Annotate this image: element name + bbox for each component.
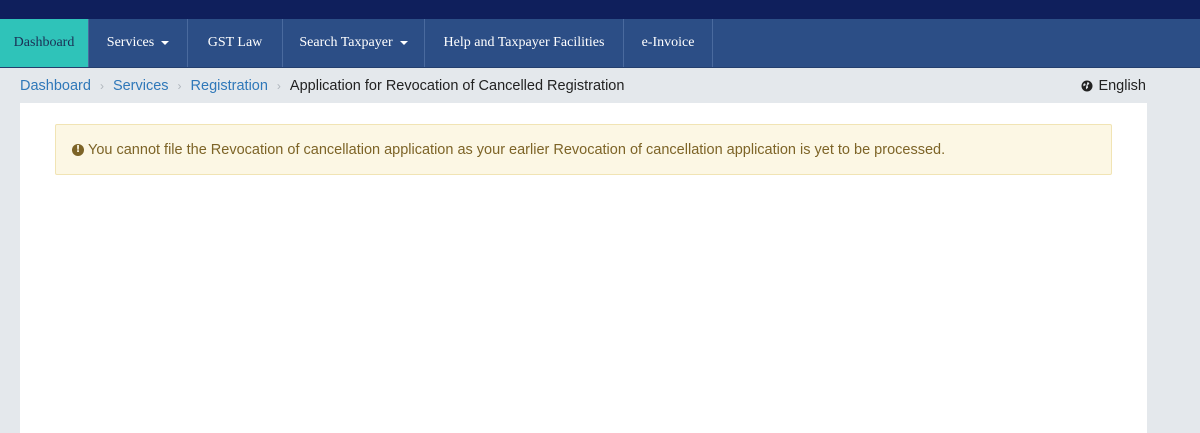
nav-item-label: GST Law: [207, 35, 263, 50]
nav-item-gst-law[interactable]: GST Law: [188, 19, 283, 67]
exclamation-circle-icon: !: [72, 143, 84, 156]
nav-item-label: Search Taxpayer: [299, 35, 393, 50]
top-strip: [0, 0, 1200, 19]
nav-item-label: Services: [106, 35, 155, 50]
nav-item-label: Help and Taxpayer Facilities: [443, 35, 605, 50]
content-panel: ! You cannot file the Revocation of canc…: [20, 103, 1147, 433]
nav-item-search-taxpayer[interactable]: Search Taxpayer: [283, 19, 425, 67]
chevron-right-icon: ›: [177, 78, 182, 93]
breadcrumb-current: Application for Revocation of Cancelled …: [289, 77, 625, 94]
nav-item-label: Dashboard: [13, 35, 75, 50]
language-selector[interactable]: English: [1081, 68, 1146, 103]
caret-down-icon: [161, 41, 170, 45]
alert-message: You cannot file the Revocation of cancel…: [88, 141, 946, 158]
breadcrumb-bar: Dashboard › Services › Registration › Ap…: [0, 68, 1200, 103]
breadcrumb-link-registration[interactable]: Registration: [191, 78, 268, 94]
breadcrumb-link-dashboard[interactable]: Dashboard: [20, 78, 91, 94]
language-label: English: [1098, 77, 1146, 94]
nav-item-help-taxpayer-facilities[interactable]: Help and Taxpayer Facilities: [425, 19, 624, 67]
chevron-right-icon: ›: [99, 78, 104, 93]
nav-item-dashboard[interactable]: Dashboard: [0, 19, 89, 67]
warning-alert: ! You cannot file the Revocation of canc…: [55, 124, 1112, 175]
breadcrumb: Dashboard › Services › Registration › Ap…: [0, 78, 624, 94]
globe-icon: [1081, 80, 1093, 91]
nav-item-services[interactable]: Services: [89, 19, 188, 67]
breadcrumb-link-services[interactable]: Services: [113, 78, 169, 94]
main-navbar: Dashboard Services GST Law Search Taxpay…: [0, 19, 1200, 68]
chevron-right-icon: ›: [276, 78, 281, 93]
nav-item-e-invoice[interactable]: e-Invoice: [624, 19, 713, 67]
nav-item-label: e-Invoice: [641, 35, 695, 50]
caret-down-icon: [399, 41, 408, 45]
